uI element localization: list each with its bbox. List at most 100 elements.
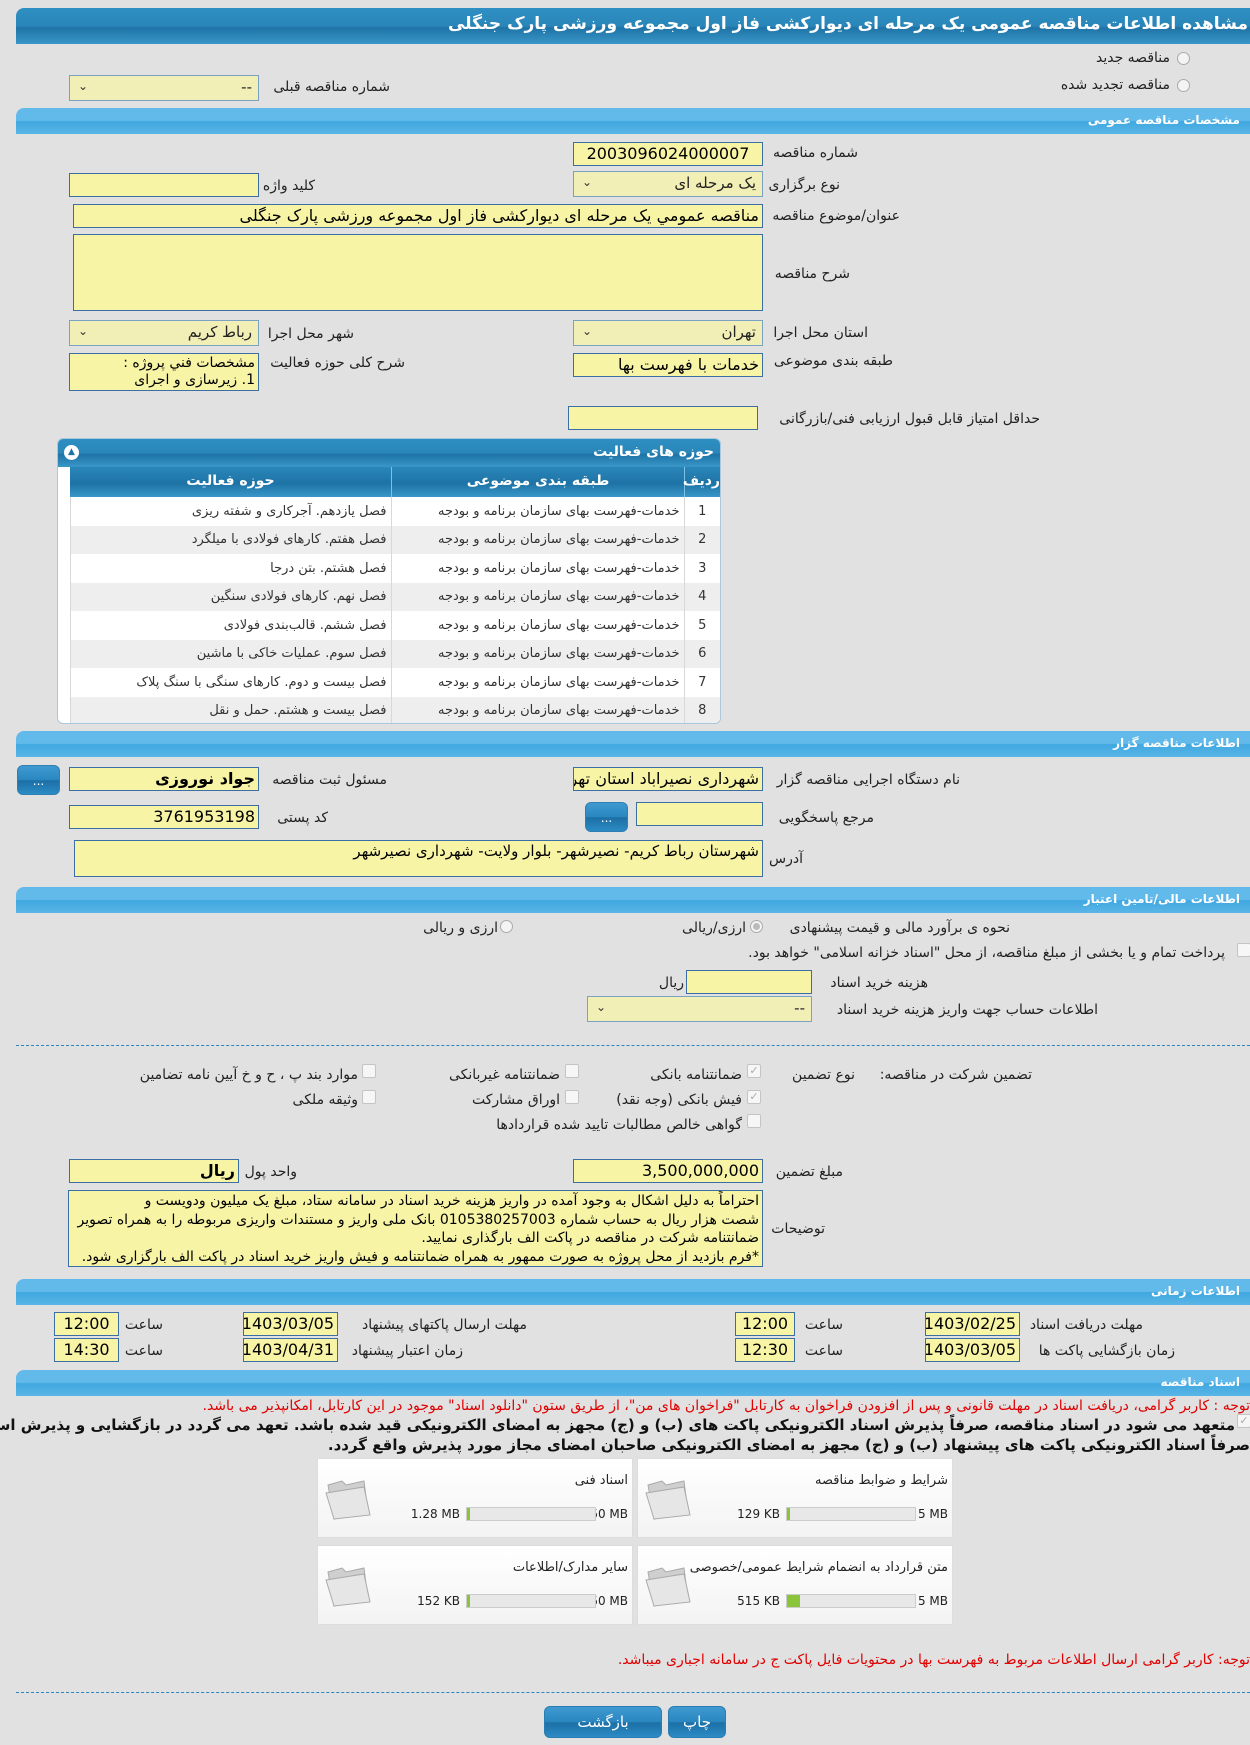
registrar-field[interactable]: جواد نوروزی [69,767,259,791]
keyword-label: کلید واژه [262,178,315,194]
guarantee-property-checkbox[interactable] [362,1090,376,1104]
radio-currency-and-rial-label: ارزی و ریالی [423,920,498,936]
doc-deadline-time[interactable]: 12:00 [735,1312,795,1336]
notes-label: توضیحات [771,1221,825,1237]
opening-date[interactable]: 1403/03/05 [925,1338,1020,1362]
guarantee-cash-checkbox[interactable]: ✓ [747,1090,761,1104]
section-timing-header: اطلاعات زمانی [16,1279,1250,1305]
document-size-bar [786,1507,916,1521]
notes-field[interactable]: احتراماً به دلیل اشکال به وجود آمده در و… [68,1190,763,1267]
registrar-label: مسئول ثبت مناقصه [272,772,387,788]
description-field[interactable] [73,234,763,311]
currency-field[interactable]: ریال [69,1159,239,1183]
radio-new-tender[interactable] [1177,52,1190,65]
province-select[interactable]: تهران ⌄ [573,320,763,346]
section-general-header: مشخصات مناقصه عمومی [16,108,1250,134]
activities-table: 1 خدمات-فهرست بهای سازمان برنامه و بودجه ف… [70,497,720,723]
submit-deadline-label: مهلت ارسال پاکتهای پیشنهاد [361,1317,527,1333]
row-category: خدمات-فهرست بهای سازمان برنامه و بودجه [390,611,684,640]
back-button[interactable]: بازگشت [544,1706,662,1738]
activities-panel-header: حوزه های فعالیت ▲ [58,439,720,467]
row-category: خدمات-فهرست بهای سازمان برنامه و بودجه [390,582,684,611]
address-field[interactable]: شهرستان رباط کریم- نصیرشهر- بلوار ولایت-… [74,840,763,877]
validity-time[interactable]: 14:30 [54,1338,119,1362]
city-select[interactable]: رباط کریم ⌄ [69,320,259,346]
radio-currency-and-rial[interactable] [500,920,513,933]
doc-fee-field[interactable] [686,970,812,994]
folder-icon [645,1480,691,1520]
holding-type-label: نوع برگزاری [768,177,840,193]
subject-label: عنوان/موضوع مناقصه [772,208,900,224]
holding-type-select[interactable]: یک مرحله ای ⌄ [573,171,763,197]
radio-renewed-tender[interactable] [1177,79,1190,92]
document-name: متن قرارداد به انضمام شرایط عمومی/خصوصی [689,1560,948,1575]
guarantee-amount-field[interactable]: 3,500,000,000 [573,1159,763,1183]
document-card[interactable]: اسناد فنی 50 MB 1.28 MB [317,1458,633,1538]
guarantee-nonbank-label: ضمانتنامه غیربانکی [448,1067,560,1083]
min-score-field[interactable] [568,406,758,430]
guarantee-receivables-checkbox[interactable] [747,1114,761,1128]
chevron-down-icon: ⌄ [596,1000,607,1014]
registrar-browse-button[interactable]: ... [17,765,60,795]
keyword-field[interactable] [69,173,259,197]
row-number: 3 [683,554,720,583]
organizer-name-label: نام دستگاه اجرایی مناقصه گزار [776,772,960,788]
section-organizer-header: اطلاعات مناقصه گزار [16,731,1250,757]
guarantee-bank-label: ضمانتنامه بانکی [650,1067,742,1083]
document-size-bar [786,1594,916,1608]
tender-number-label: شماره مناقصه [773,145,858,161]
reference-field[interactable] [636,802,763,826]
document-card[interactable]: شرایط و ضوابط مناقصه 5 MB 129 KB [637,1458,953,1538]
radio-new-tender-label: مناقصه جدید [1095,50,1170,66]
activity-scope-label: شرح کلی حوزه فعالیت [270,355,405,371]
table-row: 4 خدمات-فهرست بهای سازمان برنامه و بودجه ف… [70,582,720,611]
validity-label: زمان اعتبار پیشنهاد [351,1343,463,1359]
chevron-down-icon: ⌄ [582,175,593,189]
commitment-checkbox[interactable]: ✓ [1237,1414,1250,1428]
table-row: 3 خدمات-فهرست بهای سازمان برنامه و بودجه ف… [70,554,720,583]
opening-time[interactable]: 12:30 [735,1338,795,1362]
collapse-icon[interactable]: ▲ [64,445,79,460]
subject-field[interactable]: مناقصه عمومي يک مرحله ای دیوارکشی فاز او… [73,204,763,228]
doc-fee-unit: ریال [658,975,684,991]
guarantee-bonds-label: اوراق مشارکت [471,1092,560,1108]
activity-scope-field[interactable]: مشخصات فني پروژه :1. زیرسازی و اجرای [69,353,259,391]
table-row: 8 خدمات-فهرست بهای سازمان برنامه و بودجه ف… [70,696,720,723]
prev-number-select[interactable]: -- ⌄ [69,75,259,101]
validity-date[interactable]: 1403/04/31 [243,1338,338,1362]
guarantee-bonds-checkbox[interactable] [565,1090,579,1104]
tender-number-field[interactable]: 2003096024000007 [573,142,763,166]
document-size-bar [466,1507,596,1521]
radio-rial[interactable] [750,920,763,933]
guarantee-nonbank-checkbox[interactable] [565,1064,579,1078]
organizer-name-field[interactable]: شهرداری نصیراباد استان تهران [573,767,763,791]
account-select[interactable]: -- ⌄ [587,996,812,1022]
col-activity-header: حوزه فعالیت [186,473,275,489]
guarantee-clauses-checkbox[interactable] [362,1064,376,1078]
doc-deadline-date[interactable]: 1403/02/25 [925,1312,1020,1336]
submit-deadline-time[interactable]: 12:00 [54,1312,119,1336]
postal-code-field[interactable]: 3761953198 [69,805,259,829]
reference-browse-button[interactable]: ... [585,802,628,832]
table-row: 6 خدمات-فهرست بهای سازمان برنامه و بودجه ف… [70,639,720,668]
chevron-down-icon: ⌄ [78,79,89,93]
guarantee-bank-checkbox[interactable]: ✓ [747,1064,761,1078]
notes-line: شصت هزار ریال به حساب شماره 010538025700… [77,1211,759,1228]
account-value: -- [794,999,805,1017]
radio-rial-label: ارزی/ریالی [682,920,746,936]
category-field[interactable]: خدمات با فهرست بها [573,353,763,377]
submit-deadline-date[interactable]: 1403/03/05 [243,1312,338,1336]
province-value: تهران [721,323,756,341]
row-activity: فصل نهم. کارهای فولادی سنگین [70,582,391,611]
treasury-checkbox[interactable] [1237,943,1250,957]
document-card[interactable]: سایر مدارک/اطلاعات 50 MB 152 KB [317,1545,633,1625]
address-label: آدرس [769,851,803,867]
guarantee-cash-label: فیش بانکی (وجه نقد) [616,1092,742,1108]
radio-renewed-tender-label: مناقصه تجدید شده [1060,77,1170,93]
row-category: خدمات-فهرست بهای سازمان برنامه و بودجه [390,668,684,697]
row-number: 4 [683,582,720,611]
print-button[interactable]: چاپ [668,1706,726,1738]
row-activity: فصل یازدهم. آجرکاری و شفته ریزی [70,497,391,526]
document-card[interactable]: متن قرارداد به انضمام شرایط عمومی/خصوصی 5… [637,1545,953,1625]
opening-label: زمان بازگشایی پاکت ها [1038,1343,1175,1359]
